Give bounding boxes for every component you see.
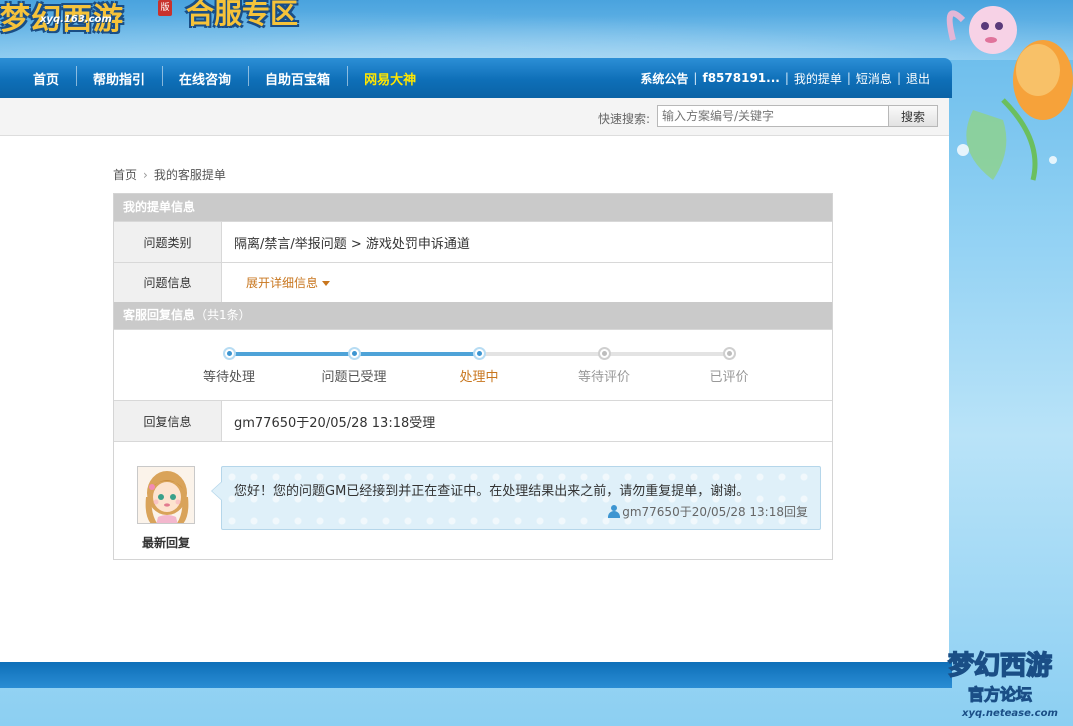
separator: | <box>784 71 789 85</box>
progress-step-dot <box>598 347 611 360</box>
latest-reply-area: 最新回复 您好！您的问题GM已经接到并正在查证中。在处理结果出来之前，请勿重复提… <box>114 441 832 559</box>
user-icon <box>608 505 621 518</box>
reply-count: （共1条） <box>195 308 251 322</box>
breadcrumb-arrow-icon: › <box>143 168 148 182</box>
forum-logo-title: 梦幻西游 <box>948 651 1052 681</box>
separator: | <box>693 71 698 85</box>
announcement-link[interactable]: 系统公告 <box>640 70 688 87</box>
logout-link[interactable]: 退出 <box>906 70 930 87</box>
breadcrumb-current: 我的客服提单 <box>153 168 226 182</box>
search-bar: 快速搜索: 搜索 <box>0 98 949 136</box>
reply-section-title: 客服回复信息 <box>123 308 196 322</box>
progress-tracker: 等待处理 问题已受理 处理中 等待评价 已评价 <box>114 329 832 400</box>
mascot-illustration <box>946 6 1073 181</box>
category-label: 问题类别 <box>114 222 222 262</box>
forum-logo-subtitle: 官方论坛 <box>968 685 1032 704</box>
progress-step-label: 已评价 <box>709 370 749 385</box>
expand-details-link[interactable]: 展开详细信息 <box>246 274 331 291</box>
breadcrumb-home[interactable]: 首页 <box>113 168 137 182</box>
logo-zone-text: 合服专区 <box>186 0 299 30</box>
info-row: 问题信息 展开详细信息 <box>114 262 832 302</box>
search-label: 快速搜索: <box>598 112 651 126</box>
progress-step-label: 等待评价 <box>577 370 631 385</box>
nav-item-help[interactable]: 帮助指引 <box>76 65 162 88</box>
progress-step-label: 处理中 <box>459 370 499 385</box>
avatar <box>137 466 195 524</box>
reply-bubble: 您好！您的问题GM已经接到并正在查证中。在处理结果出来之前，请勿重复提单，谢谢。… <box>211 466 821 530</box>
caret-down-icon <box>322 281 331 286</box>
forum-logo[interactable]: 梦幻西游 官方论坛 xyq.netease.com <box>944 640 1059 720</box>
nav-item-self-service[interactable]: 自助百宝箱 <box>248 65 347 88</box>
nav-items: 首页 帮助指引 在线咨询 自助百宝箱 网易大神 <box>16 58 433 98</box>
main-nav: 首页 帮助指引 在线咨询 自助百宝箱 网易大神 系统公告 | f8578191.… <box>0 58 952 98</box>
info-label: 问题信息 <box>114 263 222 302</box>
user-links: 系统公告 | f8578191... | 我的提单 | 短消息 | 退出 <box>640 58 930 98</box>
ticket-panel: 我的提单信息 问题类别 隔离/禁言/举报问题 > 游戏处罚申诉通道 问题信息 展… <box>113 193 833 560</box>
reply-value: gm77650于20/05/28 13:18受理 <box>234 415 436 431</box>
progress-step-dot <box>348 347 361 360</box>
progress-step-dot <box>473 347 486 360</box>
nav-item-netease-dashen[interactable]: 网易大神 <box>347 65 433 88</box>
username-link[interactable]: f8578191... <box>702 71 779 85</box>
reply-meta: gm77650于20/05/28 13:18回复 <box>608 503 808 520</box>
my-tickets-link[interactable]: 我的提单 <box>794 70 842 87</box>
reply-meta-text: gm77650于20/05/28 13:18回复 <box>622 505 808 519</box>
reply-label: 回复信息 <box>114 401 222 441</box>
breadcrumb: 首页 › 我的客服提单 <box>113 166 226 183</box>
ticket-info-header: 我的提单信息 <box>114 194 832 221</box>
footer-band <box>0 662 952 688</box>
reply-info-header: 客服回复信息（共1条） <box>114 302 832 329</box>
category-value: 隔离/禁言/举报问题 > 游戏处罚申诉通道 <box>234 236 470 252</box>
separator: | <box>896 71 901 85</box>
reply-message: 您好！您的问题GM已经接到并正在查证中。在处理结果出来之前，请勿重复提单，谢谢。 <box>234 484 750 499</box>
messages-link[interactable]: 短消息 <box>856 70 892 87</box>
gm-avatar-icon <box>138 467 194 523</box>
info-value: 展开详细信息 <box>222 263 832 302</box>
progress-step-label: 问题已受理 <box>321 370 387 385</box>
site-logo[interactable]: 梦幻西游 版 xyq.163.com 合服专区 <box>0 0 350 37</box>
logo-site-url: xyq.163.com <box>40 14 112 25</box>
search-input[interactable] <box>657 105 889 127</box>
separator: | <box>846 71 851 85</box>
reply-row: 回复信息 gm77650于20/05/28 13:18受理 <box>114 400 832 441</box>
category-row: 问题类别 隔离/禁言/举报问题 > 游戏处罚申诉通道 <box>114 221 832 262</box>
search-button[interactable]: 搜索 <box>888 105 938 127</box>
progress-step-label: 等待处理 <box>202 370 256 385</box>
progress-step-dot <box>723 347 736 360</box>
logo-badge: 版 <box>158 0 172 16</box>
nav-item-home[interactable]: 首页 <box>16 69 76 88</box>
expand-details-text: 展开详细信息 <box>246 276 319 290</box>
avatar-label: 最新回复 <box>141 536 190 550</box>
nav-item-online-consult[interactable]: 在线咨询 <box>162 65 248 88</box>
forum-logo-url: xyq.netease.com <box>961 708 1058 719</box>
main-content: 首页 › 我的客服提单 我的提单信息 问题类别 隔离/禁言/举报问题 > 游戏处罚申… <box>0 136 949 664</box>
progress-step-dot <box>223 347 236 360</box>
